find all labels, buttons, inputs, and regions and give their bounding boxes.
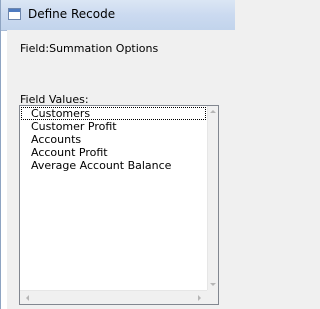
field-values-listbox[interactable]: Customers Customer Profit Accounts Accou… — [19, 105, 219, 305]
list-item[interactable]: Account Profit — [21, 146, 206, 159]
vertical-scrollbar[interactable] — [207, 106, 218, 290]
list-item[interactable]: Accounts — [21, 133, 206, 146]
field-label: Field:Summation Options — [20, 42, 159, 55]
arrow-left-icon[interactable] — [26, 295, 29, 301]
field-values-list: Customers Customer Profit Accounts Accou… — [21, 107, 206, 172]
define-recode-window: Define Recode Field:Summation Options Fi… — [0, 0, 235, 309]
title-bar[interactable]: Define Recode — [1, 0, 235, 31]
horizontal-scrollbar[interactable] — [20, 290, 207, 304]
scrollbar-corner — [207, 290, 218, 304]
list-item[interactable]: Customers — [21, 107, 206, 120]
arrow-right-icon[interactable] — [198, 295, 201, 301]
arrow-down-icon[interactable] — [210, 283, 216, 286]
dialog-body: Field:Summation Options Field Values: Cu… — [7, 30, 235, 309]
window-title: Define Recode — [28, 7, 116, 21]
list-item[interactable]: Average Account Balance — [21, 159, 206, 172]
window-icon — [8, 8, 21, 20]
list-item[interactable]: Customer Profit — [21, 120, 206, 133]
arrow-up-icon[interactable] — [210, 110, 216, 113]
